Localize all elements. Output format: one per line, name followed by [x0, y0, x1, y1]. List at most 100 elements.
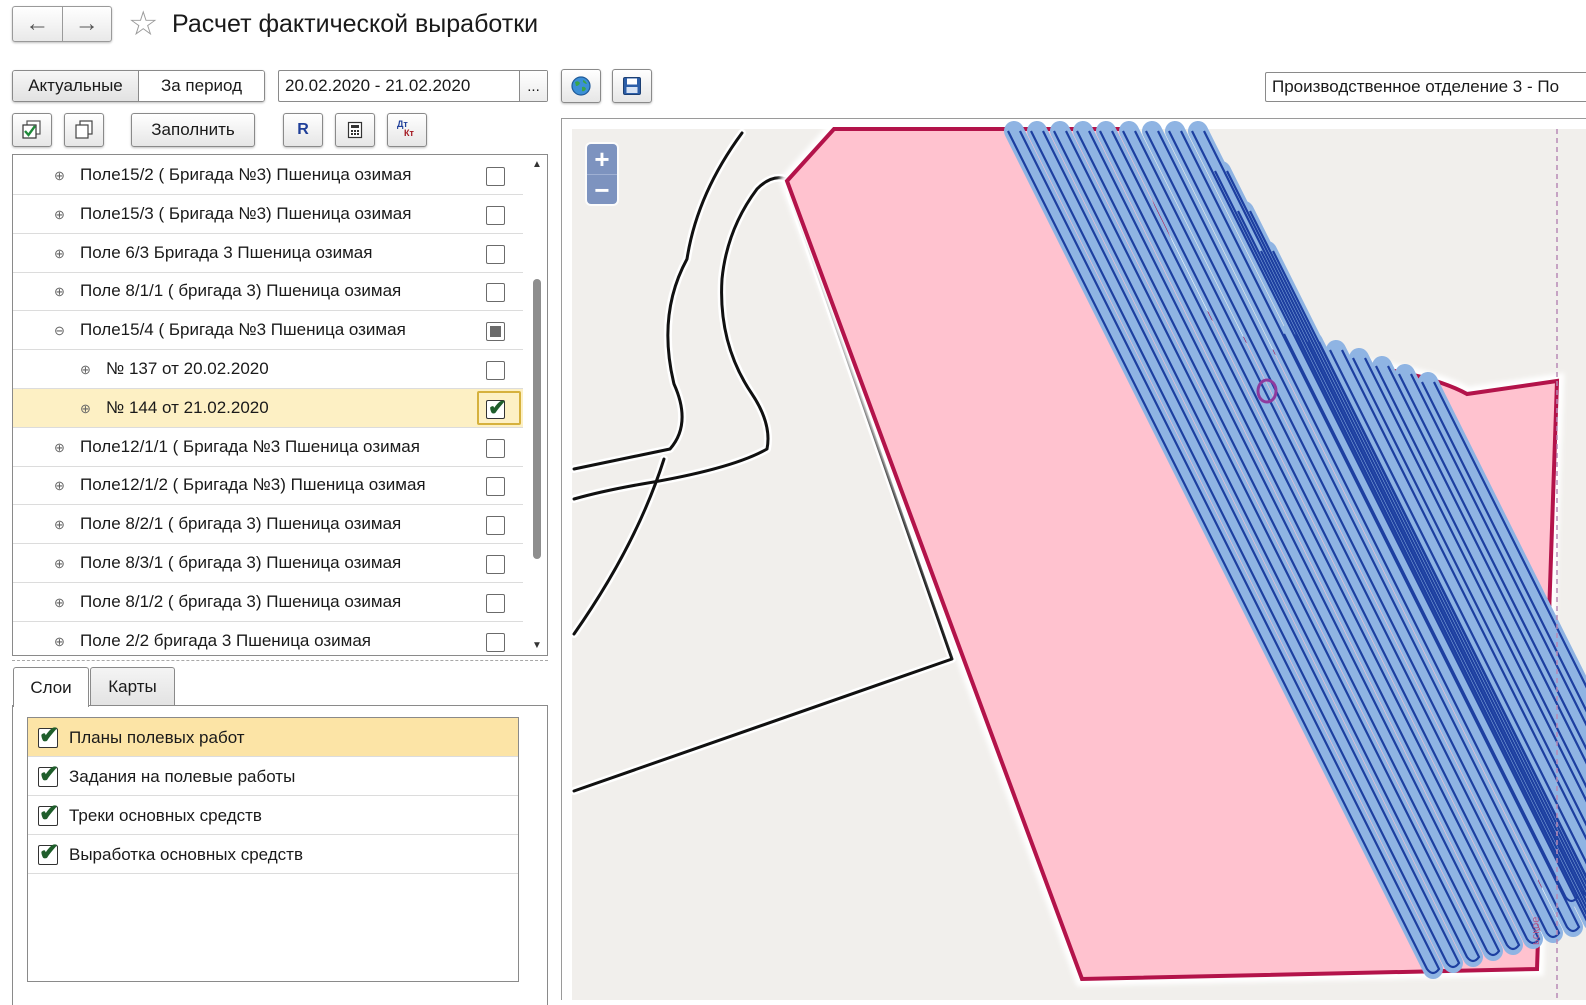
map-view[interactable]	[561, 118, 1586, 1000]
copy-icon	[75, 120, 93, 139]
expand-icon[interactable]: ⊕	[53, 518, 66, 531]
tab-layers[interactable]: Слои	[13, 667, 89, 707]
checkmark-icon: ✔	[488, 394, 507, 420]
zoom-out-button[interactable]: −	[587, 174, 617, 204]
expand-icon[interactable]: ⊕	[53, 557, 66, 570]
tree-row-label: Поле 8/3/1 ( бригада 3) Пшеница озимая	[80, 553, 402, 572]
navigation-group: ← →	[12, 6, 112, 42]
tree-row-checkbox[interactable]	[486, 477, 505, 497]
expand-icon[interactable]: ⊕	[53, 208, 66, 221]
expand-icon[interactable]: ⊕	[53, 479, 66, 492]
layer-row[interactable]: ✔ Треки основных средств	[28, 796, 518, 835]
tree-row-checkbox[interactable]	[486, 438, 505, 458]
floppy-disk-icon	[623, 77, 641, 95]
back-button[interactable]: ←	[13, 7, 62, 41]
tree-row-checkbox[interactable]	[486, 322, 505, 342]
tree-row[interactable]: ⊕ Поле 8/2/1 ( бригада 3) Пшеница озимая	[13, 505, 523, 545]
tree-row[interactable]: ⊕ Поле 8/1/1 ( бригада 3) Пшеница озимая	[13, 272, 523, 312]
tree-row-label: Поле15/2 ( Бригада №3) Пшеница озимая	[80, 165, 412, 184]
tree-row-checkbox[interactable]	[486, 283, 505, 303]
tree-row[interactable]: ⊕ Поле 2/2 бригада 3 Пшеница озимая	[13, 622, 523, 655]
tree-row[interactable]: ⊕ Поле 8/1/2 ( бригада 3) Пшеница озимая	[13, 583, 523, 622]
fill-button[interactable]: Заполнить	[131, 113, 255, 147]
expand-icon[interactable]: ⊕	[53, 285, 66, 298]
r-report-button[interactable]: R	[283, 113, 323, 147]
save-button[interactable]	[612, 69, 652, 103]
fields-tree[interactable]: ⊕ Поле15/2 ( Бригада №3) Пшеница озимая ⊕ П…	[12, 154, 548, 656]
tab-maps[interactable]: Карты	[90, 667, 175, 705]
expand-icon[interactable]: ⊕	[53, 247, 66, 260]
tree-row-checkbox[interactable]	[486, 593, 505, 613]
star-icon[interactable]: ☆	[128, 4, 158, 44]
calculator-button[interactable]	[335, 113, 375, 147]
tree-row-checkbox[interactable]	[486, 555, 505, 574]
mode-actual-button[interactable]: Актуальные	[13, 71, 139, 101]
scroll-up-icon[interactable]: ▲	[532, 159, 542, 170]
tree-row[interactable]: ⊕ № 144 от 21.02.2020 ✔	[13, 388, 523, 428]
expand-icon[interactable]: ⊕	[79, 363, 92, 376]
organization-field[interactable]: Производственное отделение 3 - По	[1265, 72, 1586, 102]
layer-checkbox[interactable]: ✔	[38, 723, 59, 749]
tree-row-label: Поле12/1/2 ( Бригада №3) Пшеница озимая	[80, 475, 426, 495]
layer-row[interactable]: ✔ Задания на полевые работы	[28, 757, 518, 796]
calculator-icon	[347, 121, 363, 139]
tree-row-checkbox[interactable]	[486, 632, 505, 652]
expand-icon[interactable]: ⊕	[53, 635, 66, 648]
dt-kt-icon: Дт Кт	[395, 119, 419, 141]
expand-icon[interactable]: ⊕	[53, 169, 66, 182]
kt-label: Кт	[404, 128, 414, 138]
mode-period-button[interactable]: За период	[139, 71, 264, 101]
mode-switch: Актуальные За период	[12, 70, 265, 102]
layer-checkbox[interactable]: ✔	[38, 840, 59, 866]
tree-scrollbar[interactable]: ▲ ▼	[529, 159, 545, 651]
tree-row-label: Поле12/1/1 ( Бригада №3 Пшеница озимая	[80, 436, 420, 456]
tree-row-checkbox[interactable]: ✔	[486, 395, 506, 420]
layer-row[interactable]: ✔ Выработка основных средств	[28, 835, 518, 874]
layer-checkbox[interactable]: ✔	[38, 762, 59, 788]
tree-row[interactable]: ⊕ Поле12/1/1 ( Бригада №3 Пшеница озимая	[13, 428, 523, 467]
tree-row-checkbox[interactable]	[486, 361, 505, 380]
tree-row-checkbox[interactable]	[486, 205, 505, 225]
layer-label: Планы полевых работ	[69, 728, 245, 747]
scroll-down-icon[interactable]: ▼	[532, 640, 542, 651]
tree-row[interactable]: ⊕ Поле 8/3/1 ( бригада 3) Пшеница озимая	[13, 544, 523, 583]
collapse-icon[interactable]: ⊖	[53, 324, 66, 337]
forward-button[interactable]: →	[61, 7, 112, 41]
checkmark-icon: ✔	[39, 761, 60, 788]
tree-row[interactable]: ⊕ Поле15/2 ( Бригада №3) Пшеница озимая	[13, 156, 523, 195]
tree-row-checkbox[interactable]	[486, 244, 505, 264]
tree-row[interactable]: ⊖ Поле15/4 ( Бригада №3 Пшеница озимая	[13, 311, 523, 351]
check-all-button[interactable]	[12, 113, 52, 147]
layer-checkbox[interactable]: ✔	[38, 801, 59, 827]
layer-row[interactable]: ✔ Планы полевых работ	[28, 718, 518, 757]
tree-row-label: Поле 8/1/1 ( бригада 3) Пшеница озимая	[80, 281, 402, 301]
arrow-right-icon: →	[74, 10, 99, 37]
tree-row-checkbox[interactable]	[486, 167, 505, 186]
scroll-thumb[interactable]	[533, 279, 541, 559]
r-icon: R	[297, 121, 309, 138]
tree-row-label: Поле 8/2/1 ( бригада 3) Пшеница озимая	[80, 514, 402, 534]
tree-row-label: Поле 8/1/2 ( бригада 3) Пшеница озимая	[80, 591, 402, 611]
expand-icon[interactable]: ⊕	[53, 441, 66, 454]
period-value[interactable]: 20.02.2020 - 21.02.2020	[279, 71, 519, 101]
period-field[interactable]: 20.02.2020 - 21.02.2020 ...	[278, 70, 548, 102]
field-map[interactable]	[562, 119, 1586, 1000]
checkmark-icon: ✔	[39, 722, 60, 749]
zoom-in-button[interactable]: +	[587, 144, 617, 174]
tree-row[interactable]: ⊕ Поле12/1/2 ( Бригада №3) Пшеница озимая	[13, 466, 523, 506]
layers-list[interactable]: ✔ Планы полевых работ ✔ Задания на полевые …	[27, 717, 519, 982]
expand-icon[interactable]: ⊕	[53, 596, 66, 609]
tree-row[interactable]: ⊕ № 137 от 20.02.2020	[13, 350, 523, 389]
tree-row-label: Поле 2/2 бригада 3 Пшеница озимая	[80, 630, 372, 650]
layer-label: Треки основных средств	[69, 806, 262, 825]
globe-icon	[571, 76, 591, 96]
uncheck-all-button[interactable]	[64, 113, 104, 147]
splitter[interactable]	[12, 660, 548, 661]
expand-icon[interactable]: ⊕	[79, 402, 92, 415]
tree-row[interactable]: ⊕ Поле 6/3 Бригада 3 Пшеница озимая	[13, 234, 523, 273]
tree-row-checkbox[interactable]	[486, 516, 505, 536]
map-globe-button[interactable]	[561, 69, 601, 103]
tree-row[interactable]: ⊕ Поле15/3 ( Бригада №3) Пшеница озимая	[13, 195, 523, 234]
period-select-button[interactable]: ...	[519, 71, 547, 101]
dt-kt-button[interactable]: Дт Кт	[387, 113, 427, 147]
